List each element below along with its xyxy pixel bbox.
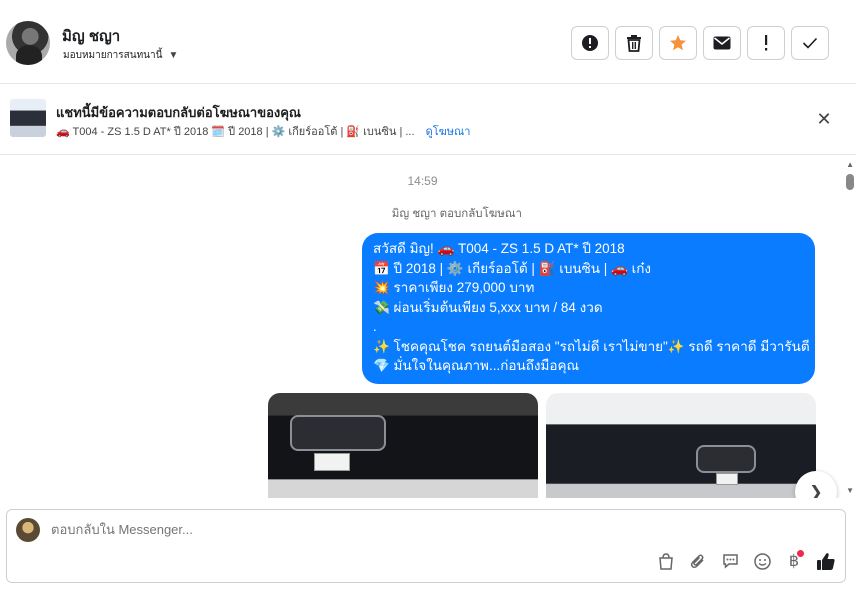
scroll-up-arrow-icon[interactable]: ▲ (846, 160, 854, 169)
reply-input[interactable] (51, 522, 551, 537)
message-line: สวัสดี มิญ! 🚗 T004 - ZS 1.5 D AT* ปี 201… (373, 241, 625, 256)
paperclip-icon[interactable] (687, 550, 709, 572)
emoji-icon[interactable] (751, 550, 773, 572)
page-avatar (16, 518, 40, 542)
mark-done-button[interactable] (791, 26, 829, 60)
composer-toolbar: ฿ (655, 550, 837, 572)
exclamation-icon (765, 35, 768, 51)
message-line: 💥 ราคาเพียง 279,000 บาท (373, 280, 535, 295)
message-line: 📅 ปี 2018 | ⚙️ เกียร์ออโต้ | ⛽ เบนซิน | … (373, 260, 651, 276)
photo-carousel (268, 393, 816, 498)
caret-down-icon: ▼ (168, 50, 179, 61)
message-timestamp: 14:59 (407, 174, 438, 188)
report-button[interactable] (571, 26, 609, 60)
contact-name[interactable]: มิญ ชญา (62, 24, 120, 48)
message-line: ✨ โชคคุณโชค รถยนต์มือสอง "รถไม่ดี เราไม่… (373, 338, 810, 354)
message-thread[interactable]: 14:59 มิญ ชญา ตอบกลับโฆษณา สวัสดี มิญ! 🚗… (0, 156, 856, 498)
thumbs-up-icon[interactable] (815, 550, 837, 572)
shopping-bag-icon[interactable] (655, 550, 677, 572)
close-icon[interactable]: ✕ (814, 109, 834, 129)
conversation-actions (571, 26, 829, 60)
baht-payment-icon[interactable]: ฿ (783, 550, 805, 572)
ad-summary: 🚗 T004 - ZS 1.5 D AT* ปี 2018 🗓️ ปี 2018… (56, 126, 415, 138)
banner-subtitle: 🚗 T004 - ZS 1.5 D AT* ปี 2018 🗓️ ปี 2018… (56, 122, 470, 140)
chevron-right-icon: ❯ (809, 484, 823, 498)
alert-circle-icon (582, 35, 598, 51)
message-line: 💸 ผ่อนเริ่มต้นเพียง 5,xxx บาท / 84 งวด (373, 299, 603, 315)
ad-reply-label: มิญ ชญา ตอบกลับโฆษณา (391, 208, 522, 220)
star-icon (670, 35, 686, 51)
assign-label: มอบหมายการสนทนานี้ (63, 50, 163, 61)
message-line: . (373, 319, 377, 334)
reply-composer: ฿ (6, 509, 846, 583)
ad-reply-banner: แชทนี้มีข้อความตอบกลับต่อโฆษณาของคุณ 🚗 T… (0, 85, 856, 155)
notification-dot (797, 550, 804, 557)
ad-thumbnail (10, 99, 46, 137)
trash-icon (627, 35, 641, 52)
saved-reply-icon[interactable] (719, 550, 741, 572)
car-photo[interactable] (268, 393, 538, 498)
message-line: 💎 มั่นใจในคุณภาพ...ก่อนถึงมือคุณ (373, 358, 580, 373)
contact-avatar[interactable] (6, 21, 50, 65)
envelope-icon (713, 36, 731, 50)
check-icon (802, 37, 818, 49)
mark-unread-button[interactable] (703, 26, 741, 60)
view-ad-link[interactable]: ดูโฆษณา (426, 126, 471, 138)
star-button[interactable] (659, 26, 697, 60)
delete-button[interactable] (615, 26, 653, 60)
spam-button[interactable] (747, 26, 785, 60)
conversation-header: มิญ ชญา มอบหมายการสนทนานี้ ▼ (0, 0, 856, 84)
car-photo[interactable] (546, 393, 816, 498)
banner-title: แชทนี้มีข้อความตอบกลับต่อโฆษณาของคุณ (56, 105, 301, 120)
scrollbar-thumb[interactable] (846, 174, 854, 190)
assign-conversation-dropdown[interactable]: มอบหมายการสนทนานี้ ▼ (63, 48, 178, 63)
outgoing-message-bubble[interactable]: สวัสดี มิญ! 🚗 T004 - ZS 1.5 D AT* ปี 201… (362, 233, 815, 384)
scrollbar[interactable] (844, 156, 854, 498)
scroll-down-arrow-icon[interactable]: ▼ (846, 486, 854, 495)
